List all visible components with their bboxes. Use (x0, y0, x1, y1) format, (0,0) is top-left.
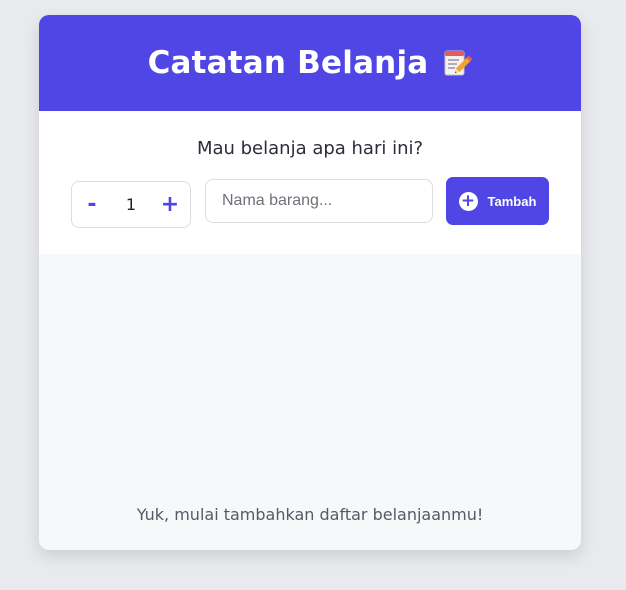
add-item-button[interactable]: + Tambah (446, 177, 549, 225)
add-button-label: Tambah (487, 193, 537, 209)
app-header: Catatan Belanja (39, 15, 581, 111)
plus-circle-icon: + (458, 191, 478, 211)
form-prompt: Mau belanja apa hari ini? (196, 138, 424, 159)
add-item-form: Mau belanja apa hari ini? - 1 + + Tambah (39, 111, 581, 254)
quantity-stepper: - 1 + (71, 181, 191, 228)
increment-button[interactable]: + (150, 182, 190, 227)
app-title: Catatan Belanja (147, 45, 429, 81)
shopping-list: Yuk, mulai tambahkan daftar belanjaanmu! (39, 254, 581, 550)
empty-list-message: Yuk, mulai tambahkan daftar belanjaanmu! (136, 505, 484, 524)
item-name-input[interactable] (205, 179, 433, 223)
quantity-value[interactable]: 1 (112, 195, 150, 214)
decrement-button[interactable]: - (72, 182, 112, 227)
memo-pencil-icon (442, 48, 473, 78)
shopping-list-card: Catatan Belanja Mau belanja apa hari ini… (39, 15, 581, 550)
